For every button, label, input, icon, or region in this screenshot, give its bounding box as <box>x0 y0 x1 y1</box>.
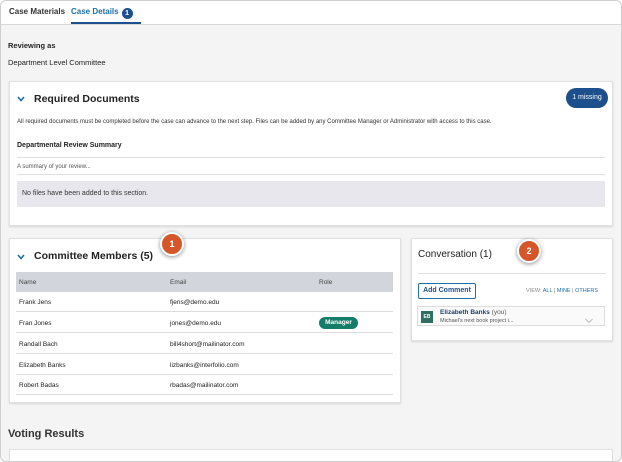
comment-snippet: Michael's next book project i... <box>440 318 514 324</box>
table-row: Robert Badas rbadas@mailinator.com <box>16 375 393 395</box>
view-mine-link[interactable]: MINE <box>557 288 571 294</box>
tab-case-materials[interactable]: Case Materials <box>9 7 65 16</box>
table-row: Randall Bach bill4short@mailinator.com <box>16 334 393 354</box>
summary-input[interactable]: A summary of your review... <box>17 164 91 170</box>
required-documents-description: All required documents must be completed… <box>17 119 492 125</box>
chevron-down-icon[interactable] <box>584 312 594 324</box>
table-row: Fran Jones jones@demo.edu Manager <box>16 313 393 333</box>
add-comment-button[interactable]: Add Comment <box>418 283 476 299</box>
reviewing-as-label: Reviewing as <box>8 41 56 50</box>
member-name: Frank Jens <box>19 299 52 306</box>
comment-author-name: Elizabeth Banks <box>440 309 490 316</box>
divider <box>17 157 605 158</box>
view-others-link[interactable]: OTHERS <box>575 288 598 294</box>
member-name: Robert Badas <box>19 382 59 389</box>
column-header-email: Email <box>170 279 187 286</box>
member-email: bill4short@mailinator.com <box>170 341 245 348</box>
view-filter-label: VIEW: <box>526 288 542 294</box>
divider <box>418 273 606 274</box>
tab-badge: 1 <box>121 8 133 19</box>
committee-members-title: Committee Members (5) <box>34 250 154 262</box>
member-email: rbadas@mailinator.com <box>170 382 239 389</box>
view-filter: VIEW: ALL | MINE | OTHERS <box>526 288 598 294</box>
reviewing-as-value: Department Level Committee <box>8 58 106 67</box>
avatar: EB <box>421 311 433 323</box>
comment-author-you: (you) <box>491 309 507 316</box>
view-all-link[interactable]: ALL <box>543 288 553 294</box>
required-documents-title: Required Documents <box>34 93 140 105</box>
divider <box>17 174 605 175</box>
member-email: jones@demo.edu <box>170 320 222 327</box>
callout-marker-2: 2 <box>517 239 541 263</box>
chevron-down-icon[interactable] <box>17 254 25 262</box>
table-row: Frank Jens fjens@demo.edu <box>16 292 393 312</box>
conversation-title: Conversation (1) <box>418 249 492 260</box>
member-email: fjens@demo.edu <box>170 299 220 306</box>
voting-results-card <box>9 449 613 461</box>
comment-item[interactable]: EB Elizabeth Banks (you) Michael's next … <box>417 306 605 326</box>
empty-files-message: No files have been added to this section… <box>22 190 149 197</box>
missing-badge: 1 missing <box>566 88 608 108</box>
tab-bar: Case Materials Case Details 1 <box>1 1 621 25</box>
table-row: Elizabeth Banks lizbanks@interfolio.com <box>16 355 393 375</box>
filter-separator: | <box>572 288 574 294</box>
callout-marker-1: 1 <box>160 232 184 256</box>
empty-files-box: No files have been added to this section… <box>17 181 605 207</box>
column-header-role: Role <box>319 279 333 286</box>
active-tab-indicator <box>71 22 141 24</box>
member-email: lizbanks@interfolio.com <box>170 362 239 369</box>
comment-author: Elizabeth Banks (you) <box>440 309 506 316</box>
review-summary-title: Departmental Review Summary <box>17 142 122 149</box>
member-name: Randall Bach <box>19 341 58 348</box>
app-window: Case Materials Case Details 1 Reviewing a… <box>0 0 622 462</box>
member-name: Elizabeth Banks <box>19 362 66 369</box>
tab-case-details-label: Case Details <box>71 7 119 16</box>
manager-role-badge: Manager <box>319 317 358 329</box>
chevron-down-icon[interactable] <box>17 96 25 104</box>
voting-results-title: Voting Results <box>8 428 85 440</box>
filter-separator: | <box>553 288 556 294</box>
committee-table-header: Name Email Role <box>16 272 393 292</box>
column-header-name: Name <box>19 279 37 286</box>
member-name: Fran Jones <box>19 320 52 327</box>
tab-case-details[interactable]: Case Details 1 <box>71 7 133 19</box>
